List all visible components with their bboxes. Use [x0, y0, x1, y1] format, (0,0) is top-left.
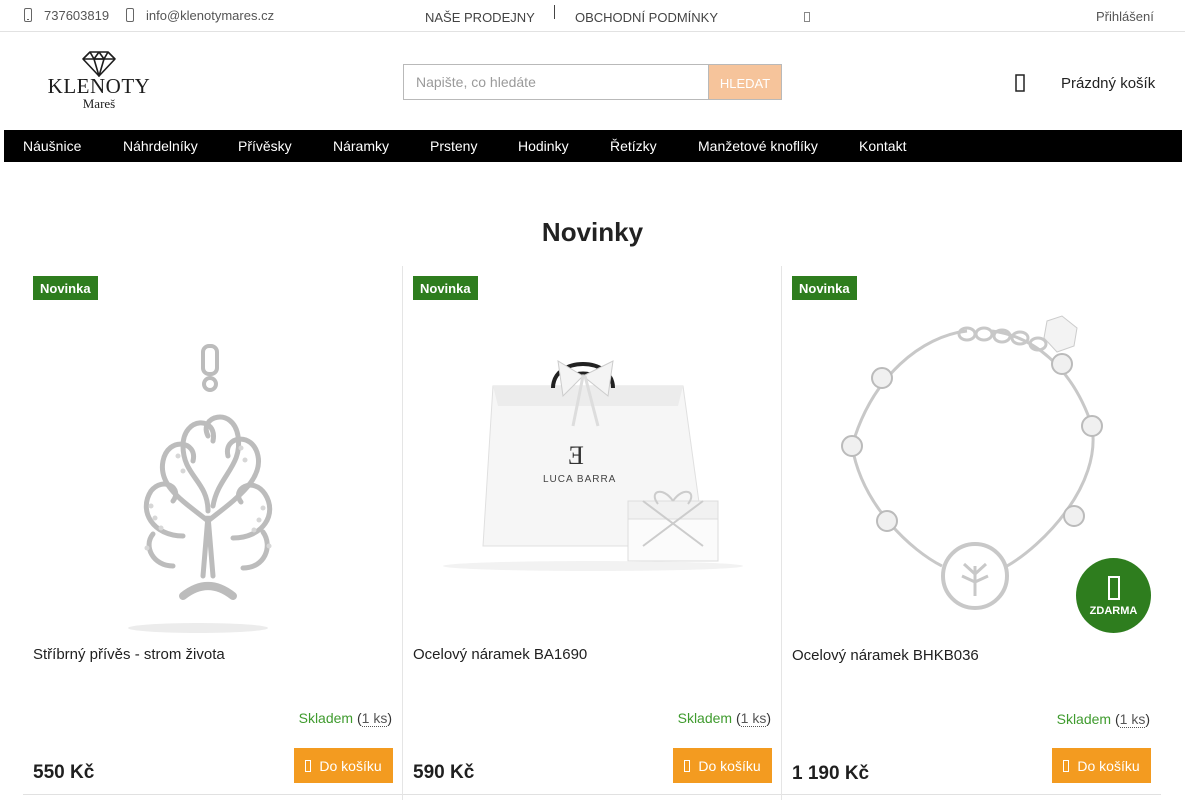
product-name[interactable]: Ocelový náramek BHKB036	[792, 647, 979, 664]
product-name[interactable]: Stříbrný přívěs - strom života	[33, 646, 225, 663]
product-grid: Novinka Stříbrný přívěs - strom života S…	[23, 266, 1162, 800]
search-bar: HLEDAT	[403, 64, 782, 100]
email-link[interactable]: info@klenotymares.cz	[124, 0, 274, 30]
section-title: Novinky	[541, 217, 644, 247]
email-address: info@klenotymares.cz	[146, 7, 275, 23]
cart-label: Prázdný košík	[1061, 74, 1156, 92]
top-bar: 737603819 info@klenotymares.cz NAŠE PROD…	[0, 0, 1185, 32]
menu-item-hodinky[interactable]: Hodinky	[518, 130, 569, 162]
add-to-cart-button[interactable]: Do košíku	[673, 748, 772, 783]
add-to-cart-button[interactable]: Do košíku	[1052, 748, 1151, 783]
free-shipping-badge: ZDARMA	[1076, 558, 1151, 633]
menu-item-kontakt[interactable]: Kontakt	[859, 130, 906, 162]
product-card: Novinka ZDARMA Ocelový náramek BHKB036 S…	[781, 266, 1161, 800]
phone-number: 737603819	[44, 7, 110, 23]
product-name[interactable]: Ocelový náramek BA1690	[413, 646, 587, 663]
stock-quantity: 1 ks	[361, 710, 388, 727]
more-icon[interactable]	[804, 2, 810, 32]
cart-icon	[1063, 759, 1071, 773]
menu-item-nausnice[interactable]: Náušnice	[23, 130, 81, 162]
free-shipping-label: ZDARMA	[1089, 604, 1138, 617]
add-to-cart-label: Do košíku	[698, 757, 761, 774]
add-to-cart-label: Do košíku	[1077, 757, 1140, 774]
stock-quantity: 1 ks	[1119, 711, 1146, 728]
search-button[interactable]: HLEDAT	[708, 64, 782, 100]
product-image[interactable]: Ǝ LUCA BARRA	[413, 276, 772, 634]
card-divider	[782, 794, 1161, 795]
cart-icon	[684, 759, 692, 773]
menu-item-privesky[interactable]: Přívěsky	[238, 130, 292, 162]
new-badge: Novinka	[792, 276, 857, 300]
new-badge: Novinka	[413, 276, 478, 300]
cart-link[interactable]: Prázdný košík	[1012, 70, 1155, 96]
mail-icon	[124, 8, 136, 22]
product-image[interactable]	[33, 276, 392, 634]
search-input[interactable]	[403, 64, 708, 100]
site-logo[interactable]: KLENOTY Mareš	[46, 48, 152, 114]
card-divider	[23, 794, 403, 795]
phone-link[interactable]: 737603819	[22, 0, 109, 30]
svg-text:Ǝ: Ǝ	[568, 441, 584, 470]
cart-icon	[1012, 72, 1028, 94]
link-stores[interactable]: NAŠE PRODEJNY	[425, 2, 535, 32]
product-price: 590 Kč	[413, 762, 475, 783]
truck-icon	[1104, 575, 1124, 601]
stock-status: Skladem (1 ks)	[1056, 711, 1150, 728]
stock-quantity: 1 ks	[740, 710, 767, 727]
stock-label: Skladem	[298, 710, 354, 726]
link-terms[interactable]: OBCHODNÍ PODMÍNKY	[575, 2, 718, 32]
main-menu: Náušnice Náhrdelníky Přívěsky Náramky Pr…	[4, 130, 1182, 162]
new-badge: Novinka	[33, 276, 98, 300]
phone-icon	[22, 8, 34, 22]
login-link[interactable]: Přihlášení	[1096, 1, 1154, 31]
product-card: Ǝ LUCA BARRA Novinka Ocelový náramek BA1…	[402, 266, 782, 800]
menu-item-nahrdelniky[interactable]: Náhrdelníky	[123, 130, 198, 162]
product-price: 1 190 Kč	[792, 763, 870, 784]
topbar-divider	[554, 5, 555, 19]
menu-item-retizky[interactable]: Řetízky	[610, 130, 657, 162]
product-card: Novinka Stříbrný přívěs - strom života S…	[23, 266, 403, 800]
menu-item-manzetove-knofliky[interactable]: Manžetové knoflíky	[698, 130, 818, 162]
product-price: 550 Kč	[33, 762, 95, 783]
menu-item-prsteny[interactable]: Prsteny	[430, 130, 477, 162]
card-divider	[403, 794, 782, 795]
add-to-cart-label: Do košíku	[319, 757, 382, 774]
svg-text:LUCA BARRA: LUCA BARRA	[543, 474, 616, 485]
stock-status: Skladem (1 ks)	[298, 710, 392, 727]
logo-subtitle: Mareš	[82, 96, 116, 111]
stock-status: Skladem (1 ks)	[677, 710, 771, 727]
stock-label: Skladem	[1056, 711, 1112, 727]
stock-label: Skladem	[677, 710, 733, 726]
add-to-cart-button[interactable]: Do košíku	[294, 748, 393, 783]
menu-item-naramky[interactable]: Náramky	[333, 130, 389, 162]
cart-icon	[305, 759, 313, 773]
